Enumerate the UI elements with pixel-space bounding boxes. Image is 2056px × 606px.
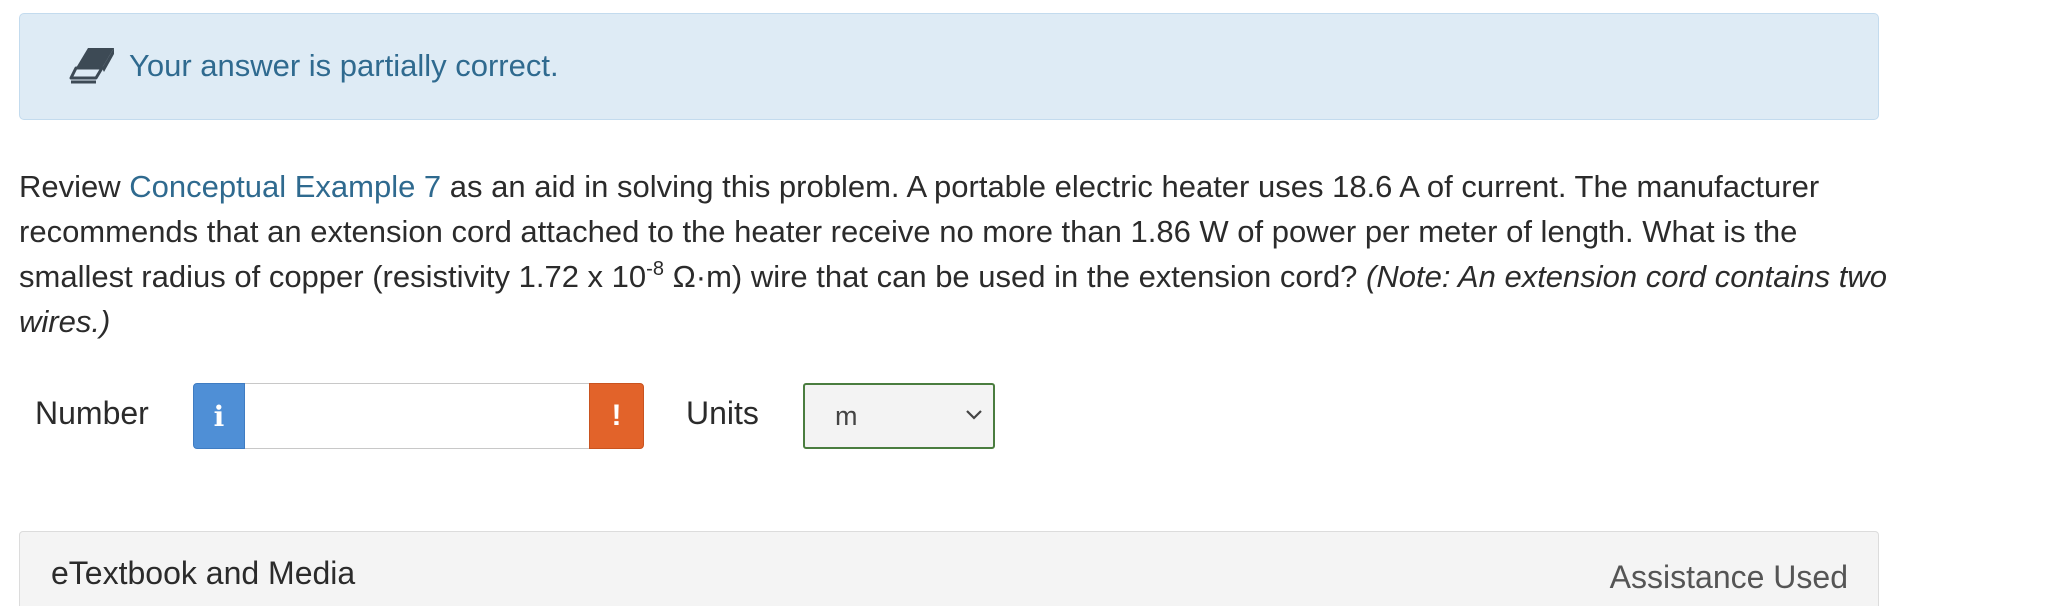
eraser-icon	[69, 48, 114, 84]
question-text: Review Conceptual Example 7 as an aid in…	[19, 164, 1899, 344]
units-selected-value: m	[835, 400, 858, 431]
question-body-2: Ω·m) wire that can be used in the extens…	[663, 259, 1367, 294]
page: Your answer is partially correct. Review…	[0, 0, 2056, 606]
number-input[interactable]	[245, 383, 590, 449]
info-icon: i	[213, 399, 225, 433]
etextbook-title: eTextbook and Media	[51, 555, 356, 591]
etextbook-panel[interactable]: eTextbook and Media Assistance Used	[19, 531, 1879, 606]
answer-row: Number i ! Units m	[0, 382, 1100, 449]
exclamation-icon: !	[611, 399, 622, 432]
units-select[interactable]: m	[803, 383, 995, 449]
conceptual-example-link[interactable]: Conceptual Example 7	[129, 169, 441, 204]
feedback-message: Your answer is partially correct.	[129, 48, 559, 83]
feedback-banner: Your answer is partially correct.	[19, 13, 1879, 120]
question-intro: Review	[19, 169, 130, 204]
alert-button[interactable]: !	[589, 383, 644, 449]
resistivity-exponent: -8	[646, 258, 664, 280]
assistance-used-label: Assistance Used	[1609, 559, 1848, 595]
number-label: Number	[35, 395, 149, 431]
chevron-down-icon	[966, 410, 982, 420]
info-button[interactable]: i	[193, 383, 245, 449]
units-label: Units	[686, 395, 759, 431]
